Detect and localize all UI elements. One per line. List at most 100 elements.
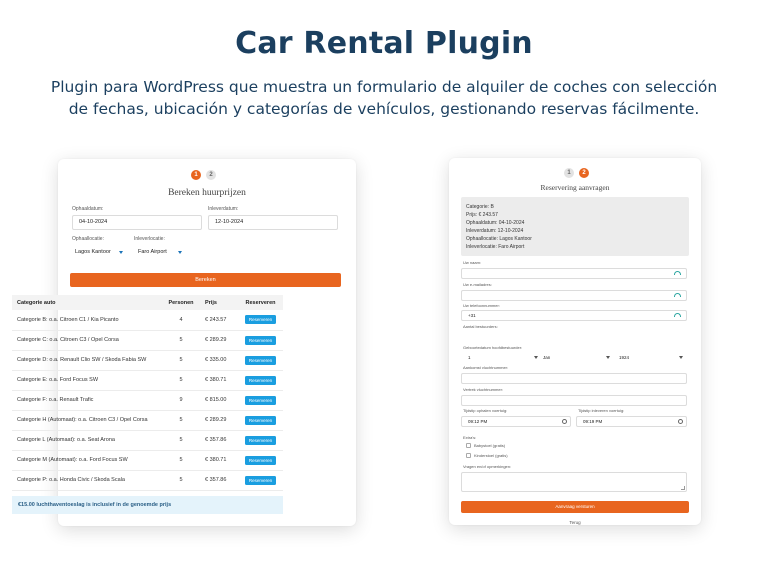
row-reserve-cell: Reserveren	[238, 350, 283, 371]
form-title: Reservering aanvragen	[540, 183, 610, 192]
step-2-active[interactable]: 2	[579, 168, 589, 178]
table-row: Categorie B: o.a. Citroen C1 / Kia Pican…	[12, 310, 283, 331]
arrival-flight-label: Aankomst vluchtnummer:	[463, 365, 509, 370]
extra-kinderstoel[interactable]: Kinderstoel (gratis)	[466, 453, 508, 459]
return-time-input[interactable]: 09:19 PM	[576, 416, 687, 427]
calculate-button[interactable]: Bereken	[70, 273, 341, 287]
row-price: € 380.71	[200, 450, 238, 471]
form-title: Bereken huurprijzen	[168, 188, 246, 198]
booking-summary: Categorie: B Prijs: € 243.57 Ophaaldatum…	[461, 197, 689, 256]
row-category: Categorie P: o.a. Honda Civic / Skoda Sc…	[12, 470, 162, 491]
table-row: Categorie H (Automaat): o.a. Citroen C3 …	[12, 410, 283, 431]
birthdate-label: Geboortedatum hoofdbestuurder:	[463, 345, 523, 350]
clock-icon[interactable]	[678, 419, 683, 424]
reserve-button[interactable]: Reserveren	[244, 335, 277, 345]
hero-title: Car Rental Plugin	[235, 26, 533, 61]
return-date-label: Inleverdatum:	[208, 206, 239, 212]
phone-label: Uw telefoonnummer:	[463, 303, 500, 308]
departure-flight-input[interactable]	[461, 395, 687, 406]
back-link[interactable]: Terug	[449, 520, 701, 525]
table-row: Categorie D: o.a. Renault Clio SW / Skod…	[12, 350, 283, 371]
pickup-time-input[interactable]: 09:12 PM	[461, 416, 571, 427]
email-input[interactable]	[461, 290, 687, 301]
return-location-value: Faro Airport	[138, 249, 167, 255]
row-persons: 5	[162, 370, 200, 391]
phone-input[interactable]: +31	[461, 310, 687, 321]
extra-babystoel[interactable]: Babystoel (gratis)	[466, 443, 505, 449]
row-price: € 243.57	[200, 310, 238, 331]
pickup-time-label: Tijdstip ophalen voertuig:	[463, 408, 508, 413]
row-persons: 5	[162, 410, 200, 431]
return-date-input[interactable]: 12-10-2024	[208, 215, 338, 230]
birth-month-value: Jan	[543, 355, 551, 360]
row-price: € 357.86	[200, 470, 238, 491]
step-1-active[interactable]: 1	[191, 170, 201, 180]
submit-request-button[interactable]: Aanvraag versturen	[461, 501, 689, 513]
reserve-button[interactable]: Reserveren	[244, 415, 277, 425]
table-row: Categorie F: o.a. Renault Trafic 9 € 815.0…	[12, 390, 283, 411]
row-persons: 9	[162, 390, 200, 411]
reserve-button[interactable]: Reserveren	[244, 455, 277, 465]
pickup-location-select[interactable]: Lagos Kantoor	[75, 245, 127, 259]
summary-price: Prijs: € 243.57	[466, 212, 498, 218]
row-persons: 5	[162, 330, 200, 351]
row-reserve-cell: Reserveren	[238, 430, 283, 451]
summary-pickup-location: Ophaallocatie: Lagos Kantoor	[466, 236, 532, 242]
autofill-icon[interactable]	[674, 313, 681, 317]
row-category: Categorie C: o.a. Citroen C3 / Opel Cors…	[12, 330, 162, 351]
summary-return-date: Inleverdatum: 12-10-2024	[466, 228, 524, 234]
birth-day-select[interactable]: 1	[468, 353, 538, 362]
checkbox-icon[interactable]	[466, 453, 471, 459]
summary-pickup-date: Ophaaldatum: 04-10-2024	[466, 220, 525, 226]
row-persons: 5	[162, 350, 200, 371]
row-price: € 380.71	[200, 370, 238, 391]
table-row: Categorie M (Automaat): o.a. Ford Focus …	[12, 450, 283, 471]
pickup-date-input[interactable]: 04-10-2024	[72, 215, 202, 230]
reserve-button[interactable]: Reserveren	[244, 355, 277, 365]
airport-surcharge-notice: €15.00 luchthaventoeslag is inclusief in…	[12, 496, 283, 514]
return-location-select[interactable]: Faro Airport	[138, 245, 186, 259]
row-price: € 815.00	[200, 390, 238, 411]
name-label: Uw naam:	[463, 260, 482, 265]
summary-category: Categorie: B	[466, 204, 494, 210]
reserve-button[interactable]: Reserveren	[244, 395, 277, 405]
reserve-button[interactable]: Reserveren	[244, 475, 277, 485]
col-price: Prijs	[200, 295, 238, 310]
hero-subtitle: Plugin para WordPress que muestra un for…	[50, 78, 718, 118]
row-persons: 5	[162, 470, 200, 491]
birth-year-select[interactable]: 1924	[619, 353, 685, 362]
arrival-flight-input[interactable]	[461, 373, 687, 384]
remarks-textarea[interactable]	[461, 472, 687, 492]
return-location-label: Inleverlocatie:	[134, 236, 165, 242]
reserve-button[interactable]: Reserveren	[244, 375, 277, 385]
row-persons: 4	[162, 310, 200, 331]
row-reserve-cell: Reserveren	[238, 310, 283, 331]
step-1[interactable]: 1	[564, 168, 574, 178]
row-category: Categorie L (Automaat): o.a. Seat Arona	[12, 430, 162, 451]
reserve-button[interactable]: Reserveren	[244, 315, 277, 325]
clock-icon[interactable]	[562, 419, 567, 424]
col-category: Categorie auto	[12, 295, 162, 310]
summary-return-location: Inleverlocatie: Faro Airport	[466, 244, 525, 250]
drivers-label: Aantal bestuurders:	[463, 324, 498, 329]
resize-handle-icon[interactable]	[681, 486, 685, 490]
pickup-date-label: Ophaaldatum:	[72, 206, 104, 212]
row-persons: 5	[162, 430, 200, 451]
name-input[interactable]	[461, 268, 687, 279]
autofill-icon[interactable]	[674, 293, 681, 297]
row-reserve-cell: Reserveren	[238, 410, 283, 431]
table-row: Categorie C: o.a. Citroen C3 / Opel Cors…	[12, 330, 283, 351]
departure-flight-label: Vertrek vluchtnummer:	[463, 387, 504, 392]
row-category: Categorie E: o.a. Ford Focus SW	[12, 370, 162, 391]
table-header-row: Categorie auto Personen Prijs Reserveren	[12, 295, 283, 310]
step-2[interactable]: 2	[206, 170, 216, 180]
birth-month-select[interactable]: Jan	[543, 353, 613, 362]
reserve-button[interactable]: Reserveren	[244, 435, 277, 445]
autofill-icon[interactable]	[674, 271, 681, 275]
row-category: Categorie H (Automaat): o.a. Citroen C3 …	[12, 410, 162, 431]
extras-label: Extra's:	[463, 435, 477, 440]
table-row: Categorie P: o.a. Honda Civic / Skoda Sc…	[12, 470, 283, 491]
row-price: € 289.29	[200, 330, 238, 351]
chevron-down-icon	[606, 356, 610, 359]
checkbox-icon[interactable]	[466, 443, 471, 449]
